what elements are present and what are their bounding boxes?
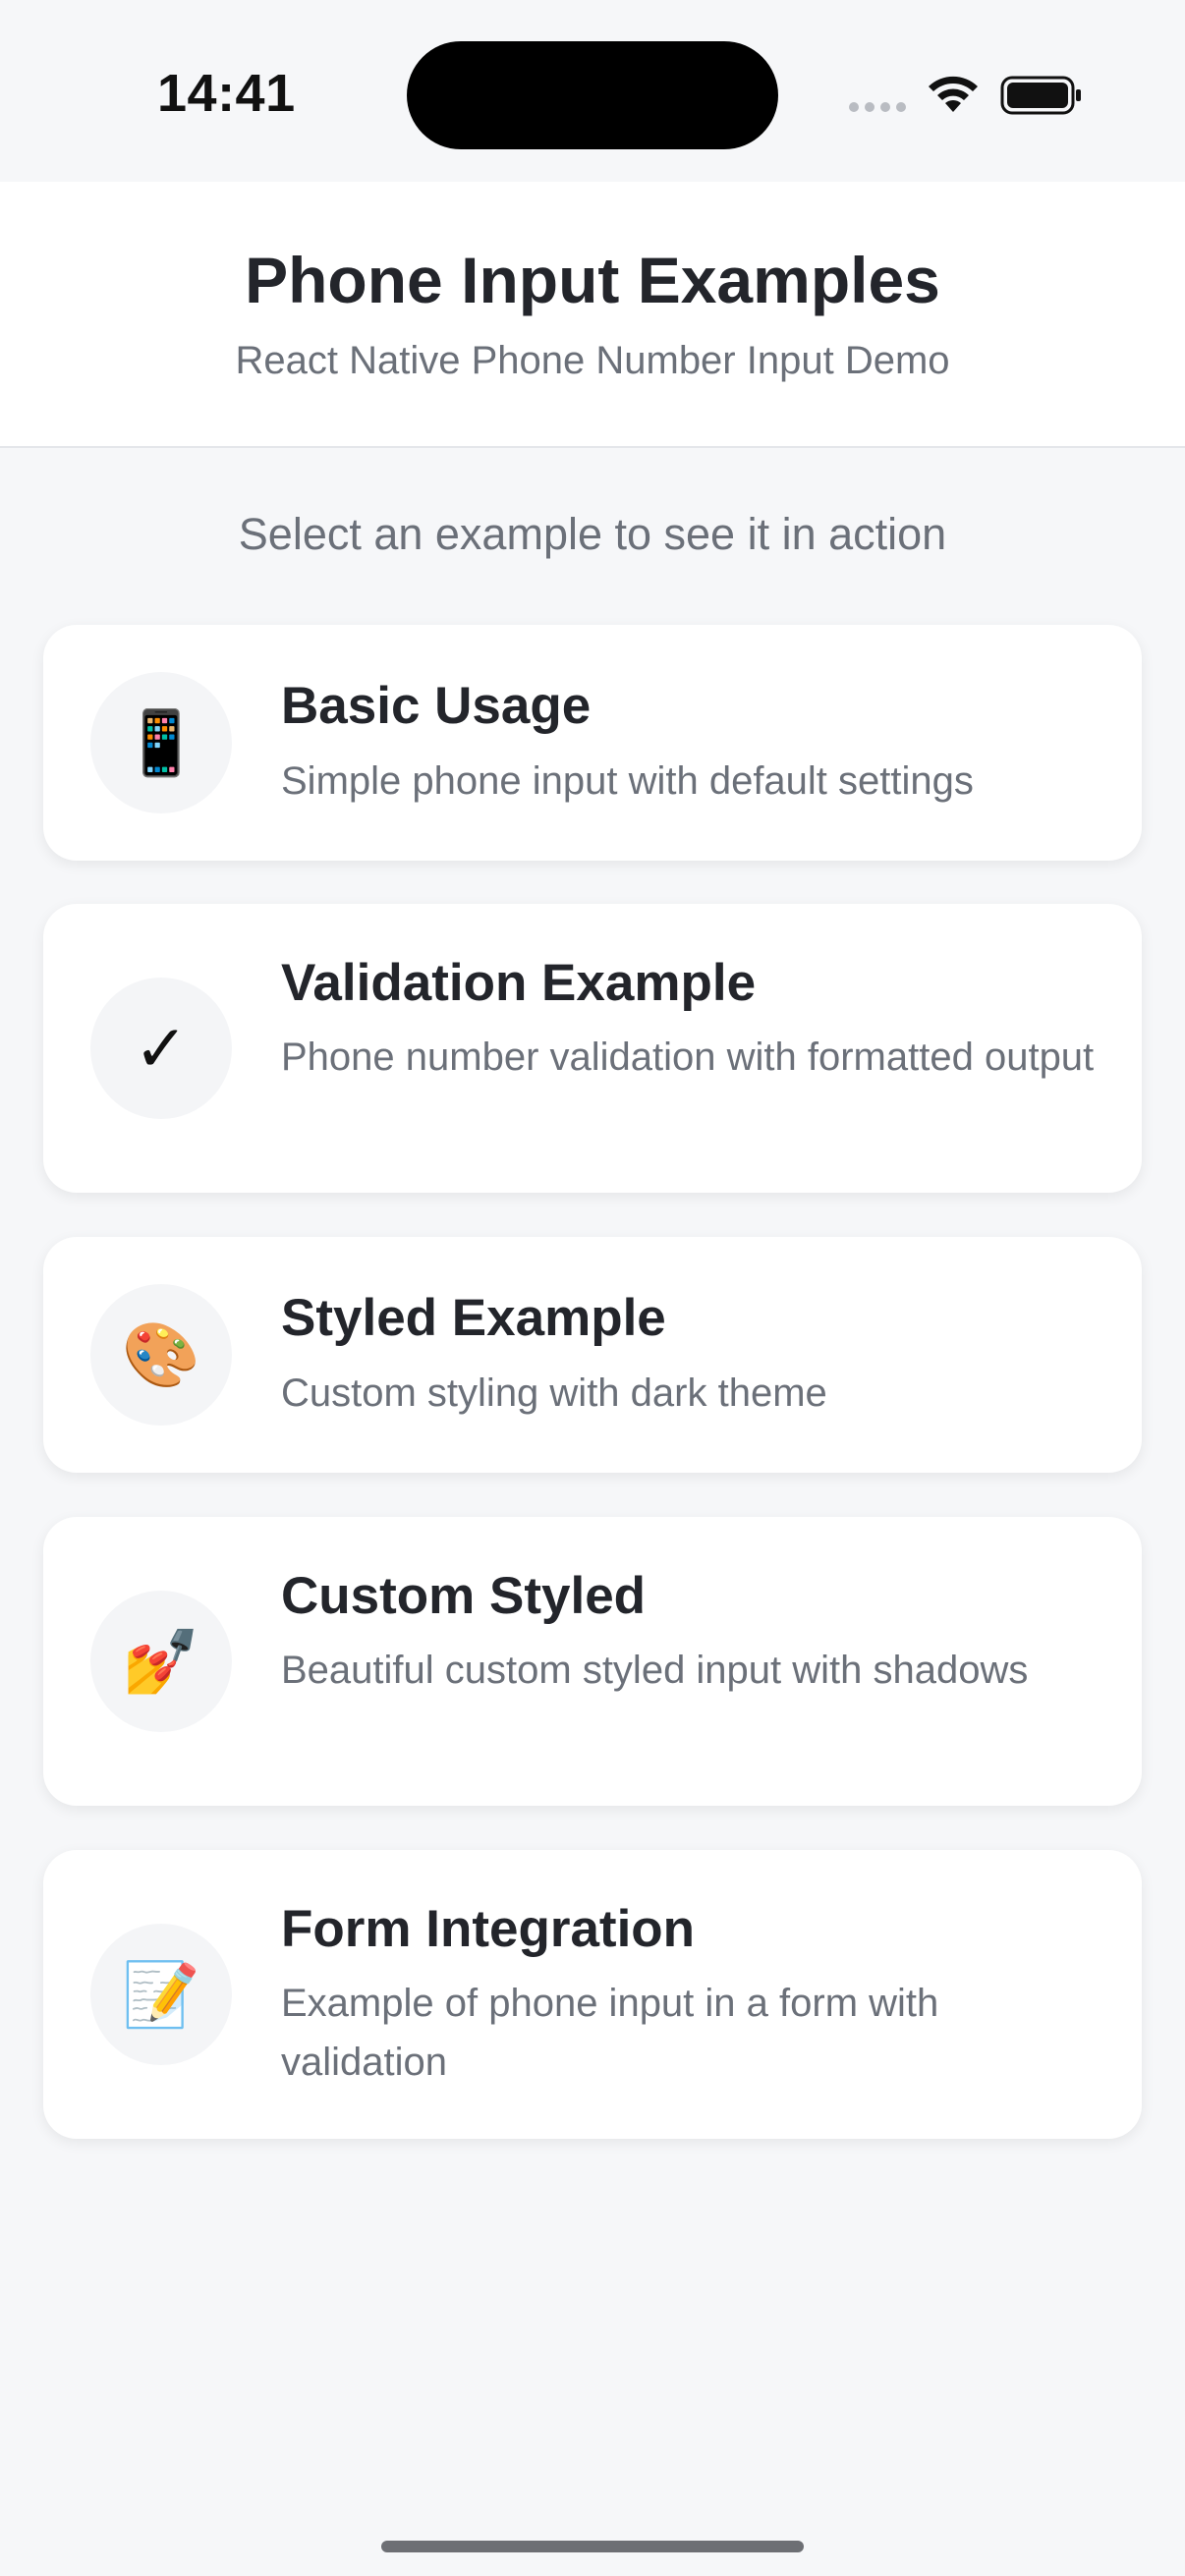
example-card-validation[interactable]: ✓ Validation Example Phone number valida… xyxy=(43,904,1142,1193)
intro-text: Select an example to see it in action xyxy=(238,509,947,559)
status-time: 14:41 xyxy=(157,64,296,123)
memo-icon: 📝 xyxy=(90,1924,232,2065)
card-title: Custom Styled xyxy=(281,1567,647,1625)
mobile-phone-icon: 📱 xyxy=(90,672,232,813)
example-card-form-integration[interactable]: 📝 Form Integration Example of phone inpu… xyxy=(43,1850,1142,2139)
check-mark-icon: ✓ xyxy=(90,978,232,1119)
example-card-styled[interactable]: 🎨 Styled Example Custom styling with dar… xyxy=(43,1237,1142,1473)
page-subtitle: React Native Phone Number Input Demo xyxy=(235,339,950,382)
card-title: Validation Example xyxy=(281,954,757,1012)
card-title: Styled Example xyxy=(281,1289,666,1347)
card-description: Custom styling with dark theme xyxy=(281,1372,827,1415)
card-title: Form Integration xyxy=(281,1900,696,1958)
screen: 14:41 Phone Input Examples React Native … xyxy=(0,0,1185,2576)
header: Phone Input Examples React Native Phone … xyxy=(0,182,1185,448)
example-card-custom-styled[interactable]: 💅 Custom Styled Beautiful custom styled … xyxy=(43,1517,1142,1806)
example-card-basic-usage[interactable]: 📱 Basic Usage Simple phone input with de… xyxy=(43,625,1142,861)
home-indicator[interactable] xyxy=(381,2541,804,2552)
cellular-signal-icon xyxy=(849,102,906,112)
card-description: Example of phone input in a form with va… xyxy=(281,1982,939,2084)
card-title: Basic Usage xyxy=(281,677,592,735)
card-description: Phone number validation with formatted o… xyxy=(281,1036,1095,1079)
status-bar: 14:41 xyxy=(0,0,1185,182)
card-description: Simple phone input with default settings xyxy=(281,759,974,803)
dynamic-island xyxy=(407,41,778,149)
page-title: Phone Input Examples xyxy=(245,244,940,316)
card-description: Beautiful custom styled input with shado… xyxy=(281,1649,1029,1692)
battery-icon xyxy=(1000,76,1081,115)
artist-palette-icon: 🎨 xyxy=(90,1284,232,1426)
wifi-icon xyxy=(929,76,978,112)
nail-polish-icon: 💅 xyxy=(90,1591,232,1732)
